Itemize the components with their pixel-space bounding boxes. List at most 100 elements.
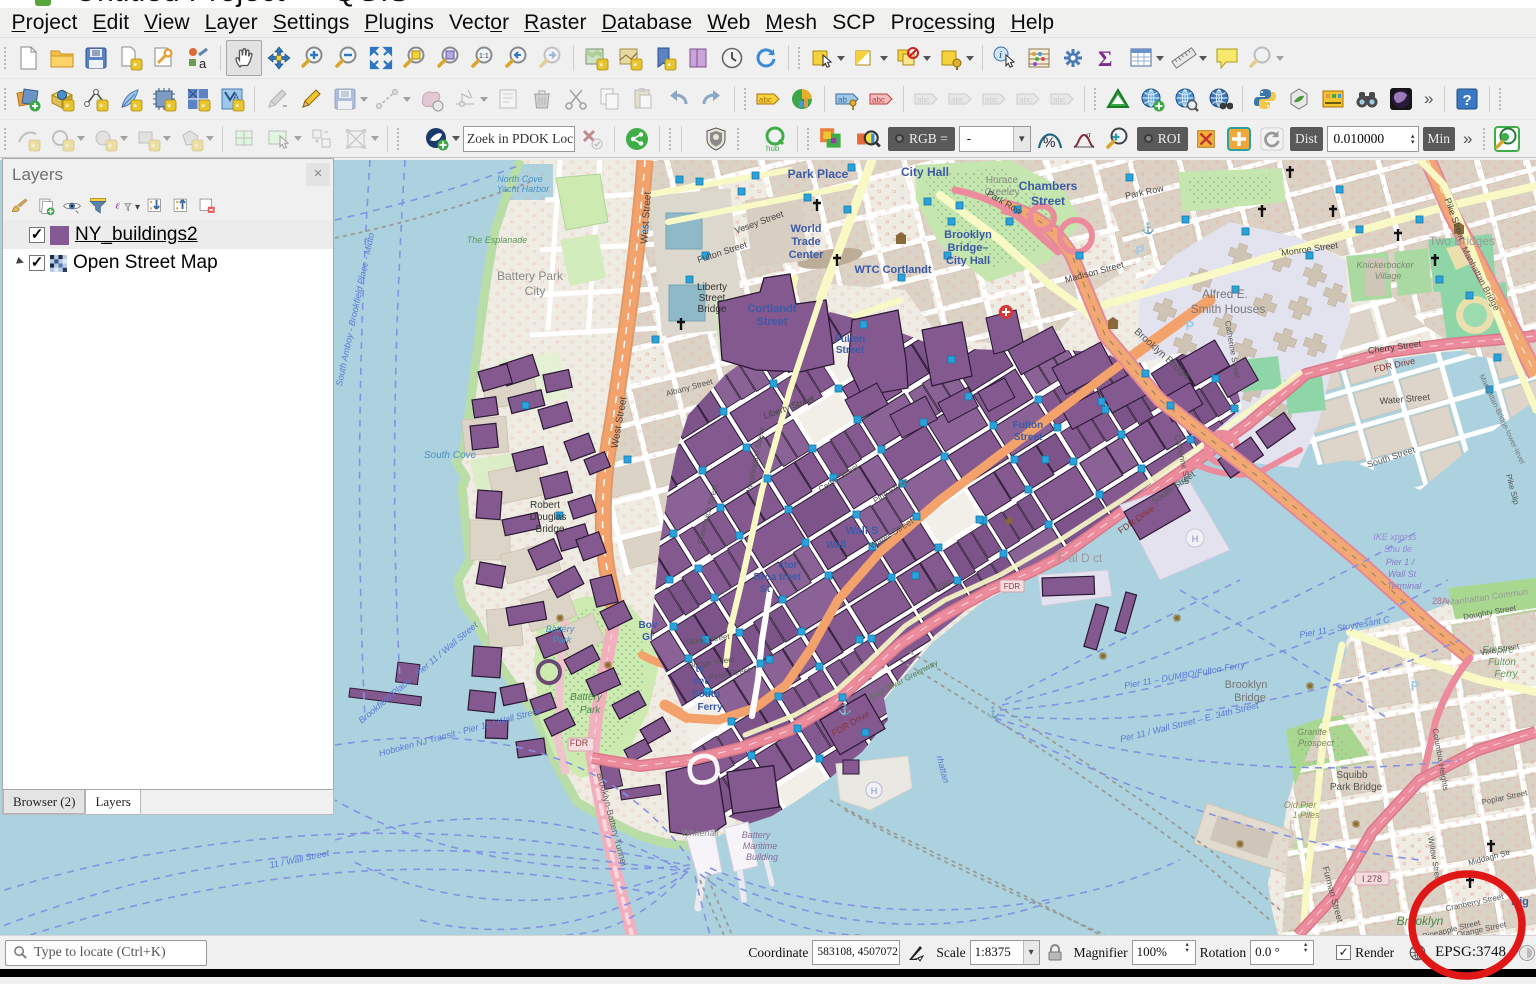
svg-text:Street: Street [699,293,726,304]
svg-text:Yacht Harbor: Yacht Harbor [497,184,550,194]
svg-text:hub: hub [766,144,780,152]
svg-text:Battery Park: Battery Park [497,269,564,283]
svg-text:*: * [65,142,70,152]
svg-text:FDR: FDR [570,738,589,748]
svg-text:P: P [1186,318,1195,333]
svg-text:Bridge–: Bridge– [948,242,989,254]
svg-text:City: City [525,284,546,298]
svg-text:?: ? [1463,92,1472,109]
svg-text:Σ: Σ [1098,46,1112,71]
svg-text:Bov: Bov [639,620,658,631]
svg-text:*: * [599,61,604,71]
svg-text:*: * [99,102,104,112]
svg-text:1:1: 1:1 [479,53,489,60]
svg-text:Ferry: Ferry [697,702,722,713]
svg-text:⚓: ⚓ [1141,222,1155,235]
svg-text:*: * [633,61,638,71]
svg-text:Maritime: Maritime [743,841,778,851]
svg-text:Knickerbocker: Knickerbocker [1356,260,1414,270]
svg-text:1 Piles: 1 Piles [1292,810,1320,820]
svg-text:*: * [235,102,240,112]
svg-text:Old Pier: Old Pier [1284,800,1318,810]
svg-text:Wall St: Wall St [1388,569,1417,579]
svg-text:FDR: FDR [1004,582,1021,591]
svg-text:Building: Building [746,852,778,862]
svg-text:abc: abc [1053,96,1066,105]
svg-text:*: * [133,61,138,71]
svg-text:✺: ✺ [1235,839,1244,851]
svg-text:✺: ✺ [603,660,612,672]
svg-text:Smith Houses: Smith Houses [1191,302,1266,316]
svg-text:Park Place: Park Place [788,167,849,181]
svg-text:North Cove: North Cove [497,174,543,184]
svg-text:Terminal: Terminal [1387,581,1422,591]
svg-text:Street: Street [756,316,788,328]
svg-text:City Hall: City Hall [946,255,990,267]
svg-text:ε: ε [116,199,121,211]
svg-text:Wall: Wall [826,540,846,551]
svg-text:*: * [31,142,36,152]
svg-text:Cortlandt: Cortlandt [748,303,797,315]
svg-text:abc: abc [985,96,998,105]
svg-text:Liberty: Liberty [697,282,727,293]
svg-text:Whitehall: Whitehall [681,828,719,838]
svg-text:σ: σ [1086,130,1091,140]
svg-text:Bridge: Bridge [698,304,727,315]
svg-text:Battery: Battery [742,830,771,840]
svg-text:Brooklyn: Brooklyn [1225,679,1268,691]
svg-text:I 278: I 278 [1362,874,1382,884]
svg-text:i: i [999,49,1002,61]
svg-text:ctor: ctor [779,560,798,571]
svg-text:WTC Cortlandt: WTC Cortlandt [855,264,932,276]
svg-text:Wall S: Wall S [846,525,879,537]
svg-text:*: * [108,142,113,152]
svg-text:Fulton: Fulton [835,334,866,345]
svg-text:a: a [199,56,207,71]
svg-text:Trade: Trade [791,236,820,248]
svg-text:Fulton: Fulton [1488,657,1516,668]
svg-text:Street: Street [836,345,865,356]
svg-text:*: * [201,102,206,112]
svg-text:abc: abc [1019,96,1032,105]
svg-text:*: * [194,142,199,152]
svg-text:Village: Village [1375,271,1402,281]
svg-text:✺: ✺ [1172,613,1181,625]
svg-text:⚓: ⚓ [838,703,852,716]
svg-text:28A: 28A [1432,596,1448,606]
svg-text:H: H [871,786,878,796]
svg-text:✺: ✺ [1305,681,1314,693]
svg-text:Douglas: Douglas [530,512,567,523]
svg-text:Bridge: Bridge [536,524,565,535]
svg-text:abc: abc [872,96,885,105]
svg-text:%: % [1043,134,1055,150]
svg-text:*: * [133,102,138,112]
svg-text:*: * [667,61,672,71]
svg-text:Battery: Battery [546,624,575,634]
svg-text:⚓: ⚓ [986,706,1000,719]
svg-text:Chambers: Chambers [1019,179,1078,193]
svg-text:Robert: Robert [530,500,560,511]
svg-text:The Esplanade: The Esplanade [467,235,528,245]
svg-text:Battery: Battery [570,692,603,703]
svg-text:Street: Street [1031,194,1065,208]
svg-text:Park: Park [553,635,572,645]
svg-text:City Hall: City Hall [901,165,949,179]
svg-text:Alfred E.: Alfred E. [1202,287,1248,301]
svg-text:*: * [151,142,156,152]
svg-text:abc: abc [917,96,930,105]
svg-text:IKE xpress: IKE xpress [1373,532,1417,542]
svg-text:Street: Street [1014,432,1043,443]
svg-text:abc: abc [759,96,772,105]
svg-text:ab: ab [838,96,847,105]
svg-text:abc: abc [951,96,964,105]
svg-text:✺: ✺ [1098,651,1107,663]
svg-text:Shu tle: Shu tle [1384,544,1412,554]
svg-text:✺: ✺ [1351,819,1360,831]
svg-text:Park Bridge: Park Bridge [1330,782,1383,793]
svg-text:Broa: Broa [754,572,777,583]
svg-text:Squibb: Squibb [1336,770,1368,781]
svg-text:Gr: Gr [642,632,654,643]
svg-text:Brooklyn: Brooklyn [944,229,992,241]
svg-text:*: * [167,102,172,112]
svg-text:Horace: Horace [986,175,1019,186]
